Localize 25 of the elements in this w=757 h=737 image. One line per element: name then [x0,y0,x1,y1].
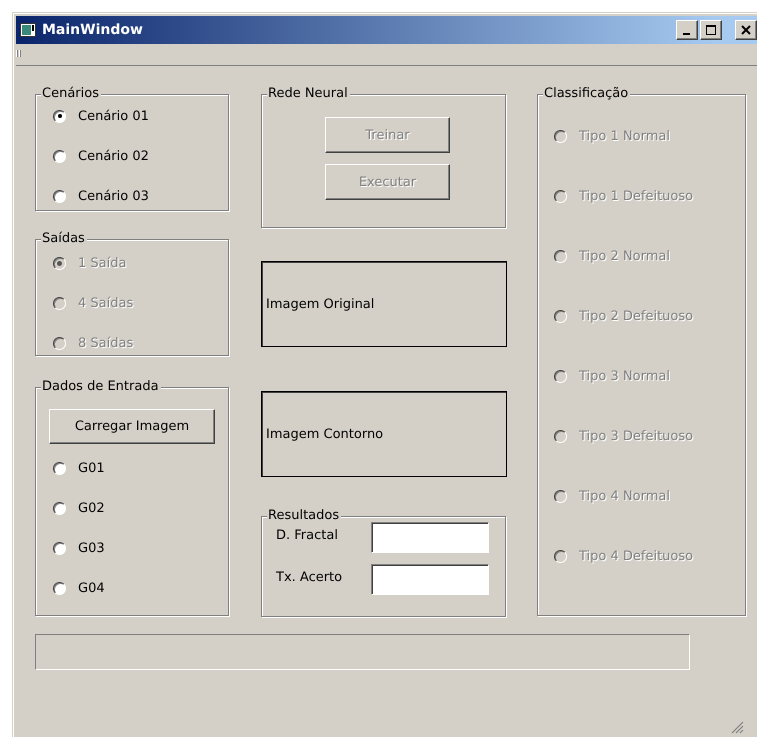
input-field[interactable] [371,564,489,595]
toolbar-grip-icon[interactable] [16,50,22,57]
maximize-icon [706,25,716,35]
close-icon [741,25,751,35]
radio-button[interactable]: G01 [53,458,228,478]
group-title: Classificação [543,86,630,102]
image-label: Imagem Original [266,296,374,312]
radio-button[interactable]: G03 [53,538,228,558]
maximize-button[interactable] [700,20,722,40]
radio-button[interactable]: Cenário 03 [53,186,228,206]
radio-button[interactable]: Cenário 02 [53,146,228,166]
minimize-button[interactable] [676,20,698,40]
input-field[interactable] [371,522,489,553]
minimize-icon [682,32,690,34]
radio-button[interactable]: G04 [53,578,228,598]
field-label: Tx. Acerto [276,570,344,585]
image-label: Imagem Contorno [266,426,384,442]
window-title: MainWindow [42,22,143,38]
window-icon [20,23,36,37]
radio-button[interactable]: G02 [53,498,228,518]
size-grip-icon[interactable] [730,720,744,734]
load-image-button[interactable]: Carregar Imagem [49,409,215,444]
radio-button[interactable]: Cenário 01 [53,106,228,126]
close-button[interactable] [735,20,757,40]
field-label: D. Fractal [276,528,339,543]
